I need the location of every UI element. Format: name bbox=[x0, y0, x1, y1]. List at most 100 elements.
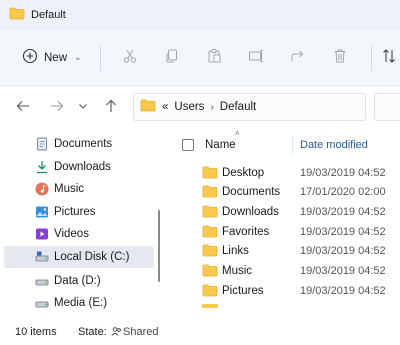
address-bar[interactable]: « Users › Default bbox=[133, 93, 366, 121]
file-list: ˄ Name Date modified Desktop 19/03/2019 … bbox=[172, 128, 400, 318]
copy-button[interactable] bbox=[151, 44, 193, 72]
file-date: 19/03/2019 04:52 bbox=[300, 285, 386, 297]
file-date: 17/01/2020 02:00 bbox=[300, 186, 386, 198]
sidebar-item-label: Pictures bbox=[54, 206, 96, 218]
documents-icon bbox=[35, 137, 49, 151]
drive-icon bbox=[35, 296, 49, 310]
cut-button[interactable] bbox=[108, 44, 150, 72]
sidebar-item-media-e[interactable]: Media (E:) bbox=[4, 292, 154, 314]
paste-icon bbox=[206, 48, 222, 67]
arrow-up-icon bbox=[105, 99, 117, 116]
pictures-icon bbox=[35, 205, 49, 219]
sidebar-item-documents[interactable]: Documents bbox=[4, 133, 154, 155]
folder-icon bbox=[202, 244, 218, 260]
sidebar-item-label: Data (D:) bbox=[54, 275, 101, 287]
sidebar-item-music[interactable]: Music bbox=[4, 178, 154, 200]
sort-button[interactable] bbox=[382, 44, 400, 72]
downloads-icon bbox=[35, 160, 49, 174]
window-title: Default bbox=[31, 9, 66, 21]
folder-icon bbox=[202, 284, 218, 300]
folder-icon bbox=[202, 225, 218, 241]
toolbar-divider bbox=[99, 44, 101, 71]
file-name: Links bbox=[222, 245, 249, 257]
new-button[interactable]: New ⌄ bbox=[22, 44, 82, 72]
sidebar-item-label: Media (E:) bbox=[54, 297, 108, 309]
select-all-checkbox[interactable] bbox=[182, 139, 194, 151]
address-row: « Users › Default bbox=[0, 86, 400, 128]
table-row[interactable]: Desktop 19/03/2019 04:52 bbox=[172, 163, 400, 183]
file-name: Pictures bbox=[222, 285, 264, 297]
chevron-down-icon: ⌄ bbox=[74, 52, 82, 62]
share-button[interactable] bbox=[277, 44, 319, 72]
sidebar-item-label: Videos bbox=[54, 228, 89, 240]
file-name: Downloads bbox=[222, 206, 279, 218]
sidebar-item-label: Downloads bbox=[54, 161, 111, 173]
sidebar-item-label: Music bbox=[54, 183, 85, 195]
status-bar: 10 items State: Shared bbox=[0, 320, 400, 345]
folder-icon bbox=[202, 166, 218, 182]
command-bar: New ⌄ bbox=[0, 30, 400, 86]
sidebar-scrollbar[interactable] bbox=[158, 210, 160, 282]
shared-icon bbox=[111, 326, 122, 340]
cut-icon bbox=[122, 48, 138, 67]
folder-icon bbox=[202, 185, 218, 201]
drive-icon bbox=[35, 250, 49, 264]
rename-button[interactable] bbox=[235, 44, 277, 72]
plus-circle-icon bbox=[22, 48, 38, 67]
table-row[interactable]: Downloads 19/03/2019 04:52 bbox=[172, 202, 400, 222]
column-header-name[interactable]: Name bbox=[205, 139, 236, 151]
sort-ascending-icon: ˄ bbox=[235, 129, 240, 138]
partial-folder-icon bbox=[202, 304, 218, 308]
back-button[interactable] bbox=[10, 94, 36, 120]
file-date: 19/03/2019 04:52 bbox=[300, 226, 386, 238]
videos-icon bbox=[35, 227, 49, 241]
table-row[interactable]: Pictures 19/03/2019 04:52 bbox=[172, 281, 400, 301]
folder-icon bbox=[202, 264, 218, 280]
table-row[interactable]: Links 19/03/2019 04:52 bbox=[172, 241, 400, 261]
sidebar-item-label: Documents bbox=[54, 138, 113, 150]
sidebar-item-pictures[interactable]: Pictures bbox=[4, 201, 154, 223]
folder-icon bbox=[9, 7, 25, 23]
sidebar-item-data-d[interactable]: Data (D:) bbox=[4, 270, 154, 292]
chevron-right-icon[interactable]: › bbox=[210, 102, 213, 113]
breadcrumb-overflow[interactable]: « bbox=[162, 101, 168, 113]
sort-icon bbox=[382, 48, 396, 67]
sidebar-item-downloads[interactable]: Downloads bbox=[4, 156, 154, 178]
column-divider[interactable] bbox=[292, 136, 293, 154]
navigation-pane: Documents Downloads Music Pictures Video… bbox=[0, 128, 160, 318]
item-count: 10 items bbox=[15, 326, 57, 338]
arrow-left-icon bbox=[16, 100, 30, 115]
drive-icon bbox=[35, 274, 49, 288]
recent-locations-button[interactable] bbox=[70, 94, 96, 120]
breadcrumb-users[interactable]: Users bbox=[174, 101, 204, 113]
table-row[interactable]: Documents 17/01/2020 02:00 bbox=[172, 182, 400, 202]
file-date: 19/03/2019 04:52 bbox=[300, 265, 386, 277]
folder-icon bbox=[140, 99, 156, 115]
paste-button[interactable] bbox=[193, 44, 235, 72]
state-label: State: bbox=[78, 326, 107, 338]
file-date: 19/03/2019 04:52 bbox=[300, 245, 386, 257]
forward-button[interactable] bbox=[44, 94, 70, 120]
delete-icon bbox=[332, 48, 348, 67]
delete-button[interactable] bbox=[319, 44, 361, 72]
toolbar-divider bbox=[370, 44, 372, 71]
rename-icon bbox=[248, 48, 264, 67]
music-icon bbox=[35, 182, 49, 196]
table-row[interactable]: Music 19/03/2019 04:52 bbox=[172, 261, 400, 281]
title-bar: Default bbox=[0, 0, 400, 30]
share-icon bbox=[290, 48, 306, 67]
sidebar-item-videos[interactable]: Videos bbox=[4, 223, 154, 245]
file-name: Documents bbox=[222, 186, 281, 198]
copy-icon bbox=[164, 48, 180, 67]
sidebar-item-local-disk-c[interactable]: Local Disk (C:) bbox=[4, 246, 154, 268]
file-name: Music bbox=[222, 265, 253, 277]
table-row[interactable]: Favorites 19/03/2019 04:52 bbox=[172, 222, 400, 242]
up-button[interactable] bbox=[98, 94, 124, 120]
search-box[interactable] bbox=[374, 93, 400, 121]
breadcrumb-default[interactable]: Default bbox=[220, 101, 256, 113]
file-date: 19/03/2019 04:52 bbox=[300, 206, 386, 218]
file-name: Favorites bbox=[222, 226, 270, 238]
new-button-label: New bbox=[44, 51, 68, 64]
column-header-date-modified[interactable]: Date modified bbox=[300, 139, 368, 151]
folder-icon bbox=[202, 205, 218, 221]
